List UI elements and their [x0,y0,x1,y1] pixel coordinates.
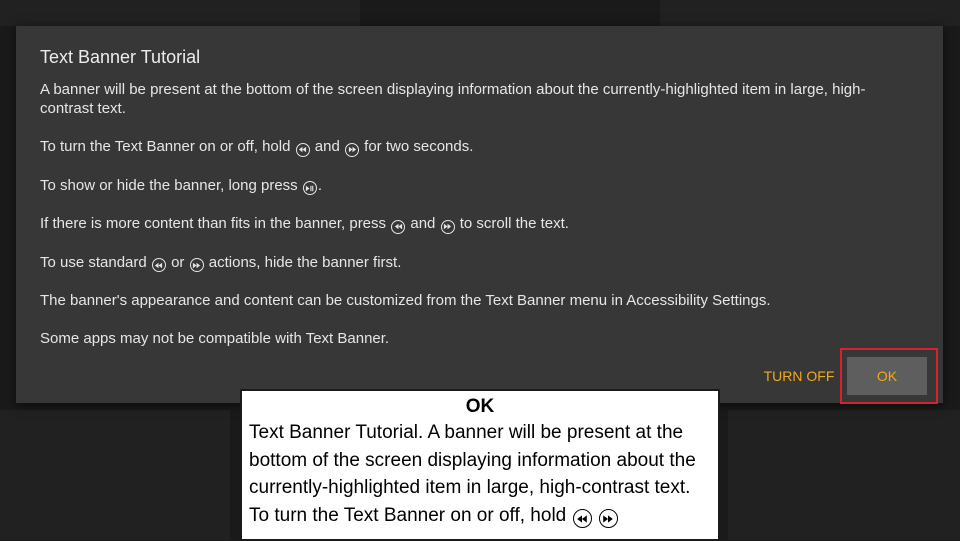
dialog-paragraph: If there is more content than fits in th… [40,215,569,234]
fast-forward-icon [345,142,359,157]
rewind-icon [151,258,166,272]
dialog-body: A banner will be present at the bottom o… [40,80,910,367]
background-tile [0,410,230,540]
dialog-paragraph: The banner's appearance and content can … [40,292,771,309]
background-tile [660,0,960,26]
ok-button[interactable]: OK [847,357,927,395]
dialog-paragraph: A banner will be present at the bottom o… [40,81,866,117]
text-banner-body: Text Banner Tutorial. A banner will be p… [249,422,696,526]
fast-forward-icon [189,258,204,272]
text-banner: OK Text Banner Tutorial. A banner will b… [240,389,720,541]
background-tile [728,410,960,540]
dialog-paragraph: Some apps may not be compatible with Tex… [40,330,390,347]
play-pause-icon [302,181,317,195]
dialog-paragraph: To show or hide the banner, long press . [40,176,323,195]
rewind-icon [295,142,310,157]
text-banner-tutorial-dialog: Text Banner Tutorial A banner will be pr… [16,26,943,403]
text-banner-title: OK [465,396,495,417]
rewind-icon [572,509,592,528]
background-tile [0,0,360,26]
dialog-paragraph: To use standard or actions, hide the ban… [40,253,402,272]
fast-forward-icon [440,219,455,234]
text-banner-content: Text Banner Tutorial. A banner will be p… [242,419,718,529]
turn-off-button[interactable]: TURN OFF [761,363,837,389]
dialog-paragraph: To turn the Text Banner on or off, hold … [40,138,474,157]
dialog-title: Text Banner Tutorial [40,47,201,67]
rewind-icon [391,219,406,234]
fast-forward-icon [598,509,618,528]
